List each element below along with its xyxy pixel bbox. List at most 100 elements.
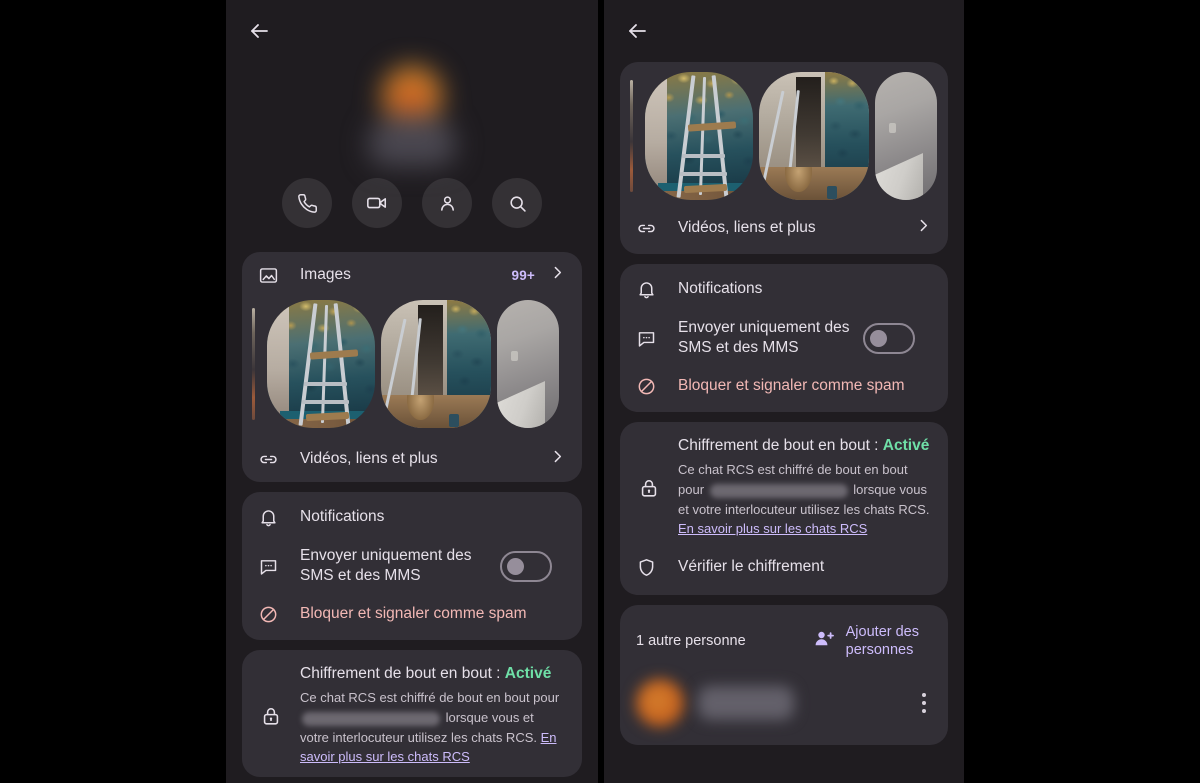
- notifications-title: Notifications: [678, 279, 763, 297]
- link-icon: [258, 449, 284, 470]
- thumb-wall-socket: [888, 123, 897, 134]
- people-card: 1 autre personne Ajouter des personnes: [620, 605, 948, 746]
- verify-encryption-row[interactable]: Vérifier le chiffrement: [620, 549, 948, 595]
- videos-links-more-row[interactable]: Vidéos, liens et plus: [620, 208, 948, 254]
- redacted-contact-name: [709, 483, 848, 498]
- encryption-info-row: Chiffrement de bout en bout : Activé Ce …: [620, 422, 948, 549]
- thumb-side-wall: [645, 72, 667, 200]
- videos-links-more-label: Vidéos, liens et plus: [300, 449, 438, 467]
- encryption-status: Activé: [882, 437, 930, 455]
- notifications-title-row: Notifications: [620, 264, 948, 310]
- encryption-text-block: Chiffrement de bout en bout : Activé Ce …: [678, 436, 932, 539]
- avatar: [360, 62, 464, 166]
- block-report-spam-row[interactable]: Bloquer et signaler comme spam: [620, 366, 948, 412]
- chevron-right-icon[interactable]: [549, 448, 566, 470]
- videos-links-trailing: [915, 217, 932, 239]
- lock-icon: [258, 705, 284, 727]
- search-conversation-button[interactable]: [492, 178, 542, 228]
- add-people-button[interactable]: Ajouter des personnes: [812, 623, 932, 659]
- right-letterbox: [964, 0, 966, 783]
- thumb-wall-socket: [510, 351, 519, 362]
- encryption-body-part1: Ce chat RCS est chiffré de bout en bout …: [300, 690, 560, 706]
- notifications-card: Notifications Envoyer uniquement des SMS…: [242, 492, 582, 641]
- left-phone-screen: Images 99+ Vidéos, liens et plus Notific…: [226, 0, 598, 783]
- lock-icon: [636, 477, 662, 499]
- images-label: Images: [300, 265, 351, 283]
- redacted-person-name: [698, 686, 794, 721]
- images-card: Images 99+ Vidéos, liens et plus: [242, 252, 582, 482]
- block-report-spam-row[interactable]: Bloquer et signaler comme spam: [242, 594, 582, 640]
- images-row[interactable]: Images 99+: [242, 252, 582, 298]
- encryption-description: Ce chat RCS est chiffré de bout en bout …: [300, 688, 566, 767]
- thumb-ladder-step: [303, 381, 347, 386]
- chat-bubble-icon: [636, 328, 662, 349]
- back-button[interactable]: [244, 16, 274, 46]
- videos-links-trailing: [549, 448, 566, 470]
- thumbnail-room-with-ladder-teal-wallpaper[interactable]: [267, 300, 375, 428]
- images-count-badge: 99+: [511, 267, 535, 283]
- thumb-ladder-step: [679, 171, 728, 176]
- encryption-text-block: Chiffrement de bout en bout : Activé Ce …: [300, 664, 566, 767]
- thumbnail-white-wall-with-sheet[interactable]: [875, 72, 937, 200]
- left-letterbox: [0, 0, 226, 783]
- kebab-dot: [922, 701, 926, 706]
- thumb-doorway: [796, 77, 821, 175]
- phone-icon: [297, 193, 318, 214]
- block-report-spam-label: Bloquer et signaler comme spam: [300, 605, 527, 623]
- thumb-doorway: [418, 305, 443, 403]
- thumbnail-room-with-ladder-teal-wallpaper[interactable]: [645, 72, 753, 200]
- thumbnail-hallway-with-ladder-and-stool[interactable]: [381, 300, 491, 428]
- notifications-title-row: Notifications: [242, 492, 582, 538]
- block-icon: [636, 376, 662, 397]
- redacted-contact-name: [302, 711, 440, 726]
- thumb-paint-can: [827, 185, 838, 199]
- notifications-card: Notifications Envoyer uniquement des SMS…: [620, 264, 948, 413]
- people-count-label: 1 autre personne: [636, 633, 746, 650]
- left-cards-container: Images 99+ Vidéos, liens et plus Notific…: [226, 252, 598, 778]
- thumbnail-white-wall-with-sheet[interactable]: [497, 300, 559, 428]
- left-top-bar: [226, 0, 598, 62]
- images-thumbnail-strip[interactable]: [620, 62, 948, 208]
- person-list-item[interactable]: [620, 667, 948, 745]
- video-camera-icon: [366, 192, 388, 214]
- chevron-right-icon[interactable]: [549, 264, 566, 286]
- sms-mms-only-row[interactable]: Envoyer uniquement des SMS et des MMS: [242, 538, 582, 594]
- sms-mms-only-toggle[interactable]: [863, 322, 915, 354]
- kebab-dot: [922, 709, 926, 714]
- arrow-back-icon: [247, 19, 271, 43]
- right-phone-screen: Vidéos, liens et plus Notifications Envo…: [604, 0, 964, 783]
- videos-links-more-row[interactable]: Vidéos, liens et plus: [242, 436, 582, 482]
- back-button[interactable]: [622, 16, 652, 46]
- arrow-back-icon: [625, 19, 649, 43]
- sms-mms-only-row[interactable]: Envoyer uniquement des SMS et des MMS: [620, 310, 948, 366]
- thumb-side-wall: [267, 300, 289, 428]
- image-icon: [258, 265, 284, 286]
- thumb-paint-can: [449, 413, 460, 427]
- quick-actions: [282, 178, 542, 228]
- notifications-title: Notifications: [300, 507, 385, 525]
- contact-details-button[interactable]: [422, 178, 472, 228]
- bell-icon: [636, 279, 662, 300]
- learn-more-rcs-link[interactable]: En savoir plus sur les chats RCS: [678, 521, 867, 536]
- person-add-icon: [812, 627, 836, 656]
- thumbnail-hallway-with-ladder-and-stool[interactable]: [759, 72, 869, 200]
- sms-mms-only-toggle[interactable]: [500, 550, 552, 582]
- screenshot-root: Images 99+ Vidéos, liens et plus Notific…: [0, 0, 1200, 783]
- shield-icon: [636, 557, 662, 578]
- video-call-button[interactable]: [352, 178, 402, 228]
- thumb-ladder-step: [301, 399, 350, 404]
- thumb-stool: [407, 394, 434, 421]
- people-card-header: 1 autre personne Ajouter des personnes: [620, 605, 948, 667]
- chevron-right-icon[interactable]: [915, 217, 932, 239]
- encryption-card: Chiffrement de bout en bout : Activé Ce …: [620, 422, 948, 596]
- toggle-knob: [870, 329, 887, 347]
- bell-icon: [258, 507, 284, 528]
- kebab-dot: [922, 693, 926, 698]
- more-vert-icon[interactable]: [922, 693, 932, 714]
- person-icon: [437, 193, 458, 214]
- thumbnail-edge-sliver: [252, 308, 255, 420]
- encryption-status: Activé: [504, 665, 552, 683]
- call-button[interactable]: [282, 178, 332, 228]
- images-thumbnail-strip[interactable]: [242, 298, 582, 436]
- encryption-title: Chiffrement de bout en bout : Activé: [300, 664, 566, 685]
